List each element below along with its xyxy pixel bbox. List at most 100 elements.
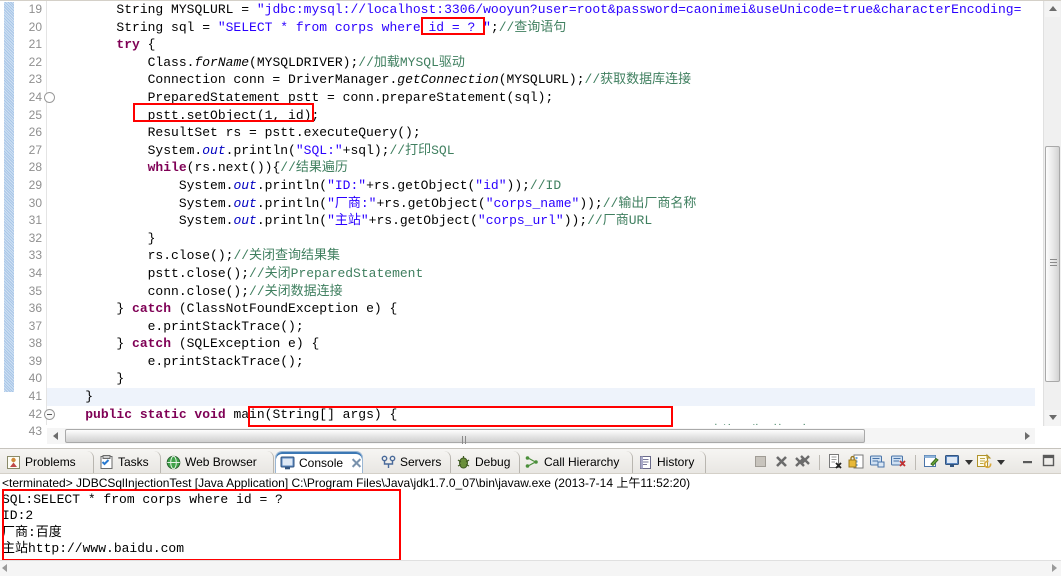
console-view[interactable]: <terminated> JDBCSqlInjectionTest [Java … <box>0 473 1061 576</box>
code-line[interactable]: Class.forName(MYSQLDRIVER);//加载MYSQL驱动 <box>47 54 1035 72</box>
code-line[interactable]: System.out.println("SQL:"+sql);//打印SQL <box>47 142 1035 160</box>
maximize-button[interactable] <box>1041 453 1059 471</box>
console-process-header: <terminated> JDBCSqlInjectionTest [Java … <box>2 476 691 490</box>
open-console-dropdown[interactable] <box>976 453 994 471</box>
code-line[interactable]: while(rs.next()){//结果遍历 <box>47 159 1035 177</box>
vertical-scrollbar-thumb[interactable] <box>1045 146 1060 382</box>
code-line[interactable]: try { <box>47 36 1035 54</box>
code-token: "corps_url" <box>477 213 564 229</box>
tab-problems[interactable]: Problems <box>2 451 94 473</box>
code-line[interactable]: } catch (SQLException e) { <box>47 335 1035 353</box>
code-line[interactable]: pstt.setObject(1, id); <box>47 107 1035 125</box>
code-token: catch <box>132 336 172 352</box>
code-token: String sql = <box>54 19 218 35</box>
code-line[interactable]: } <box>47 230 1035 248</box>
console-output-line: SQL:SELECT * from corps where id = ? <box>2 492 283 507</box>
code-line[interactable]: sqlInjectionTest("2 and 1=2 union select… <box>47 423 1035 425</box>
code-line[interactable]: pstt.close();//关闭PreparedStatement <box>47 265 1035 283</box>
minimize-button[interactable] <box>1020 453 1038 471</box>
scroll-up-button[interactable] <box>1045 1 1060 17</box>
console-scroll-left-button[interactable] <box>2 564 7 572</box>
tab-label: Tasks <box>118 455 149 469</box>
word-wrap-button[interactable] <box>923 453 941 471</box>
code-line[interactable]: ResultSet rs = pstt.executeQuery(); <box>47 124 1035 142</box>
line-number: 24 <box>0 89 55 107</box>
close-icon[interactable] <box>351 457 362 468</box>
code-line[interactable]: public static void main(String[] args) { <box>47 406 1035 424</box>
code-token: catch <box>132 301 172 317</box>
code-line[interactable]: } <box>47 388 1035 406</box>
code-line[interactable]: } <box>47 370 1035 388</box>
line-number: 35 <box>28 283 42 298</box>
console-output-text[interactable]: SQL:SELECT * from corps where id = ? ID:2… <box>2 492 1002 558</box>
editor-horizontal-scrollbar[interactable] <box>47 428 1035 458</box>
java-editor[interactable]: 19 20 21 22 23 24 25 26 27 28 29 30 31 32 33 34 35 36 37 38… <box>0 0 1061 458</box>
web-browser-icon <box>166 455 181 470</box>
code-token: getConnection <box>397 72 499 88</box>
chevron-down-icon <box>1048 415 1057 420</box>
code-line[interactable]: rs.close();//关闭查询结果集 <box>47 247 1035 265</box>
scroll-left-button[interactable] <box>47 428 63 444</box>
tab-servers[interactable]: Servers <box>377 451 451 473</box>
tab-history[interactable]: History <box>634 451 706 473</box>
chevron-down-icon[interactable] <box>997 459 1005 465</box>
code-token: +rs.getObject( <box>366 177 476 193</box>
code-line[interactable]: } catch (ClassNotFoundException e) { <box>47 300 1035 318</box>
code-token: Connection conn = DriverManager. <box>54 72 398 88</box>
code-token: "id" <box>475 177 507 193</box>
tab-tasks[interactable]: Tasks <box>95 451 161 473</box>
code-token: //输出厂商名称 <box>602 195 697 211</box>
tab-label: History <box>657 455 695 469</box>
tab-debug[interactable]: Debug <box>452 451 520 473</box>
code-token: e.printStackTrace(); <box>54 353 304 369</box>
code-line[interactable]: System.out.println("厂商:"+rs.getObject("c… <box>47 195 1035 213</box>
line-number: 43 <box>28 424 42 439</box>
stop-square-icon <box>752 453 767 468</box>
editor-vertical-scrollbar[interactable] <box>1043 1 1061 426</box>
code-line[interactable]: String MYSQLURL = "jdbc:mysql://localhos… <box>47 1 1035 19</box>
code-line[interactable]: String sql = "SELECT * from corps where … <box>47 19 1035 37</box>
code-token: ; <box>490 19 499 35</box>
code-line[interactable]: System.out.println("ID:"+rs.getObject("i… <box>47 177 1035 195</box>
code-line[interactable]: conn.close();//关闭数据连接 <box>47 283 1035 301</box>
code-line[interactable]: System.out.println("主站"+rs.getObject("co… <box>47 212 1035 230</box>
scroll-down-button[interactable] <box>1045 410 1060 426</box>
console-toolbar[interactable] <box>752 452 1059 472</box>
display-console-dropdown[interactable] <box>944 453 962 471</box>
chevron-down-icon[interactable] <box>965 459 973 465</box>
terminate-button[interactable] <box>752 453 770 471</box>
view-tab-bar[interactable]: Problems Tasks Web Browser Console Servers De… <box>0 448 1061 474</box>
horizontal-scrollbar-thumb[interactable] <box>65 429 865 458</box>
x-gray-icon <box>773 453 788 468</box>
remove-launch-button[interactable] <box>773 453 791 471</box>
tab-call-hierarchy[interactable]: Call Hierarchy <box>521 451 633 473</box>
clear-console-button[interactable] <box>827 453 845 471</box>
scroll-right-button[interactable] <box>1019 428 1035 444</box>
code-text-area[interactable]: String MYSQLURL = "jdbc:mysql://localhos… <box>47 1 1035 425</box>
code-line[interactable]: e.printStackTrace(); <box>47 353 1035 371</box>
code-token: System. <box>54 177 234 193</box>
code-token: while <box>147 160 187 176</box>
line-number: 33 <box>28 248 42 263</box>
scroll-lock-button[interactable] <box>848 453 866 471</box>
code-line-list[interactable]: String MYSQLURL = "jdbc:mysql://localhos… <box>47 1 1035 425</box>
code-line[interactable]: PreparedStatement pstt = conn.prepareSta… <box>47 89 1035 107</box>
display-selected-console-button[interactable] <box>890 453 908 471</box>
tab-web-browser[interactable]: Web Browser <box>162 451 274 473</box>
bottom-panel: Problems Tasks Web Browser Console Servers De… <box>0 448 1061 576</box>
clear-console-icon <box>827 453 842 469</box>
chevron-right-icon <box>1024 432 1030 440</box>
remove-all-terminated-button[interactable] <box>794 453 812 471</box>
code-token: .println( <box>225 142 296 158</box>
pin-console-button[interactable] <box>869 453 887 471</box>
console-horizontal-scrollbar[interactable] <box>0 560 1061 576</box>
console-scroll-right-button[interactable] <box>1052 564 1057 572</box>
code-line[interactable]: e.printStackTrace(); <box>47 318 1035 336</box>
pin-console-icon <box>869 453 885 468</box>
line-number: 29 <box>28 177 42 192</box>
tab-console[interactable]: Console <box>275 451 363 473</box>
code-line[interactable]: Connection conn = DriverManager.getConne… <box>47 71 1035 89</box>
code-token: //ID <box>529 177 562 193</box>
